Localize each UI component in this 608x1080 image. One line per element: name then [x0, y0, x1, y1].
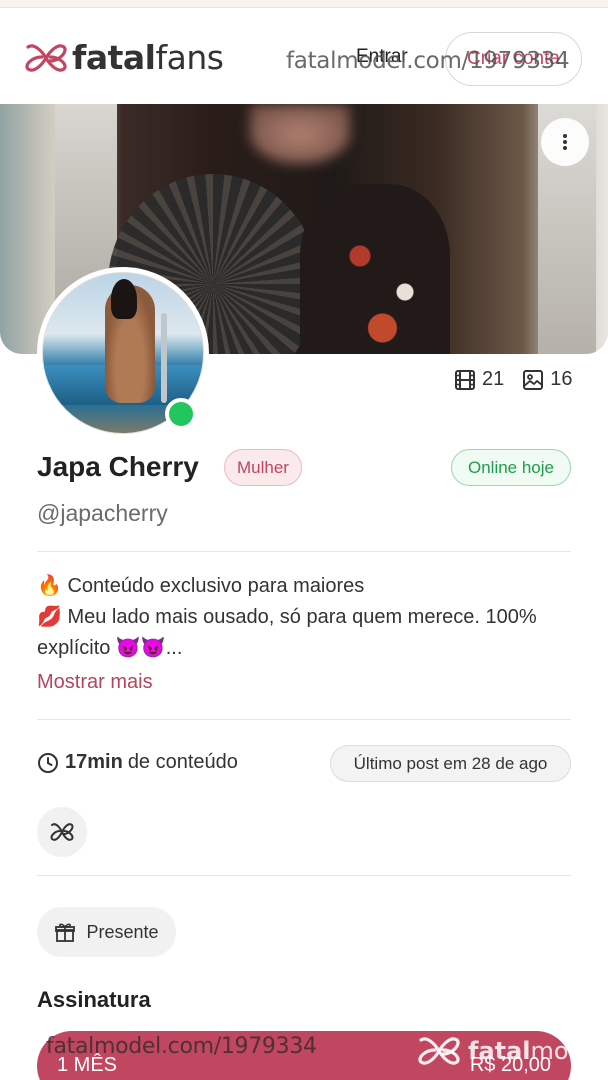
- online-status-badge: Online hoje: [451, 449, 571, 486]
- bio-line: 🔥 Conteúdo exclusivo para maiores: [37, 575, 365, 597]
- clock-icon: [38, 752, 58, 773]
- gender-badge: Mulher: [224, 449, 302, 486]
- profile-bio: 🔥 Conteúdo exclusivo para maiores 💋 Meu …: [37, 571, 571, 664]
- gift-button[interactable]: Presente: [37, 907, 176, 957]
- film-icon: [455, 369, 475, 390]
- bio-line: 💋 Meu lado mais ousado, só para quem mer…: [37, 606, 537, 628]
- gift-label: Presente: [86, 921, 159, 942]
- brand-mark-icon: [50, 823, 74, 841]
- more-options-button[interactable]: [541, 118, 589, 166]
- content-duration: 17min de conteúdo: [37, 751, 238, 774]
- media-stats: 21 16: [454, 368, 573, 391]
- image-icon: [523, 369, 544, 390]
- watermark-text: fatalmodel.com/1979334: [46, 1034, 317, 1059]
- bio-line: explícito 😈😈...: [37, 637, 183, 659]
- photos-count: 16: [550, 368, 573, 390]
- top-strip: [0, 0, 608, 8]
- divider: [37, 875, 571, 876]
- subscription-title: Assinatura: [37, 987, 151, 1012]
- last-post-badge: Último post em 28 de ago: [330, 745, 571, 782]
- watermark-logo: fatalmodel: [416, 1034, 576, 1068]
- duration-label: de conteúdo: [127, 751, 238, 773]
- online-indicator: [165, 398, 197, 430]
- brand-mark-icon: [418, 1037, 460, 1065]
- more-vertical-icon: [563, 134, 567, 150]
- gift-icon: [55, 923, 76, 942]
- divider: [37, 551, 571, 552]
- brand-name: fatalfans: [72, 38, 224, 77]
- show-more-link[interactable]: Mostrar mais: [37, 671, 153, 694]
- divider: [37, 719, 571, 720]
- brand-logo[interactable]: fatalfans: [24, 38, 224, 77]
- duration-value: 17min: [65, 751, 123, 773]
- app-header: fatalfans Entrar Criar conta fatalmodel.…: [0, 8, 608, 104]
- profile-handle: @japacherry: [37, 500, 168, 526]
- videos-count: 21: [482, 368, 505, 390]
- social-link-button[interactable]: [37, 807, 87, 857]
- profile-name: Japa Cherry: [37, 451, 199, 482]
- videos-stat[interactable]: 21: [454, 368, 504, 391]
- photos-stat[interactable]: 16: [522, 368, 573, 391]
- brand-mark-icon: [25, 43, 67, 72]
- watermark-text: fatalmodel.com/1979334: [286, 48, 570, 74]
